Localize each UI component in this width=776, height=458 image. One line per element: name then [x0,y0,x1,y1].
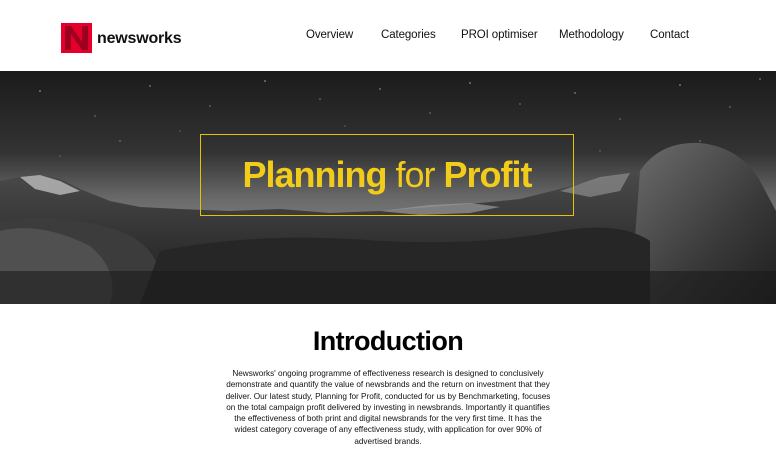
hero-title-box: Planning for Profit [200,134,574,216]
hero-title: Planning for Profit [242,154,533,196]
hero-title-for: for [395,154,435,195]
intro-paragraph: Newsworks' ongoing programme of effectiv… [225,369,551,446]
nav-item-categories[interactable]: Categories [381,29,436,41]
nav-item-proi-optimiser[interactable]: PROI optimiser [461,29,538,41]
nav-item-contact[interactable]: Contact [650,29,689,41]
main-nav: Overview Categories PROI optimiser Metho… [0,29,776,47]
hero-banner: Planning for Profit [0,71,776,304]
hero-title-planning: Planning [242,154,387,195]
nav-item-overview[interactable]: Overview [306,29,353,41]
intro-heading: Introduction [312,326,464,356]
nav-item-methodology[interactable]: Methodology [559,29,624,41]
site-header: newsworks Overview Categories PROI optim… [0,0,776,71]
hero-title-profit: Profit [443,154,533,195]
